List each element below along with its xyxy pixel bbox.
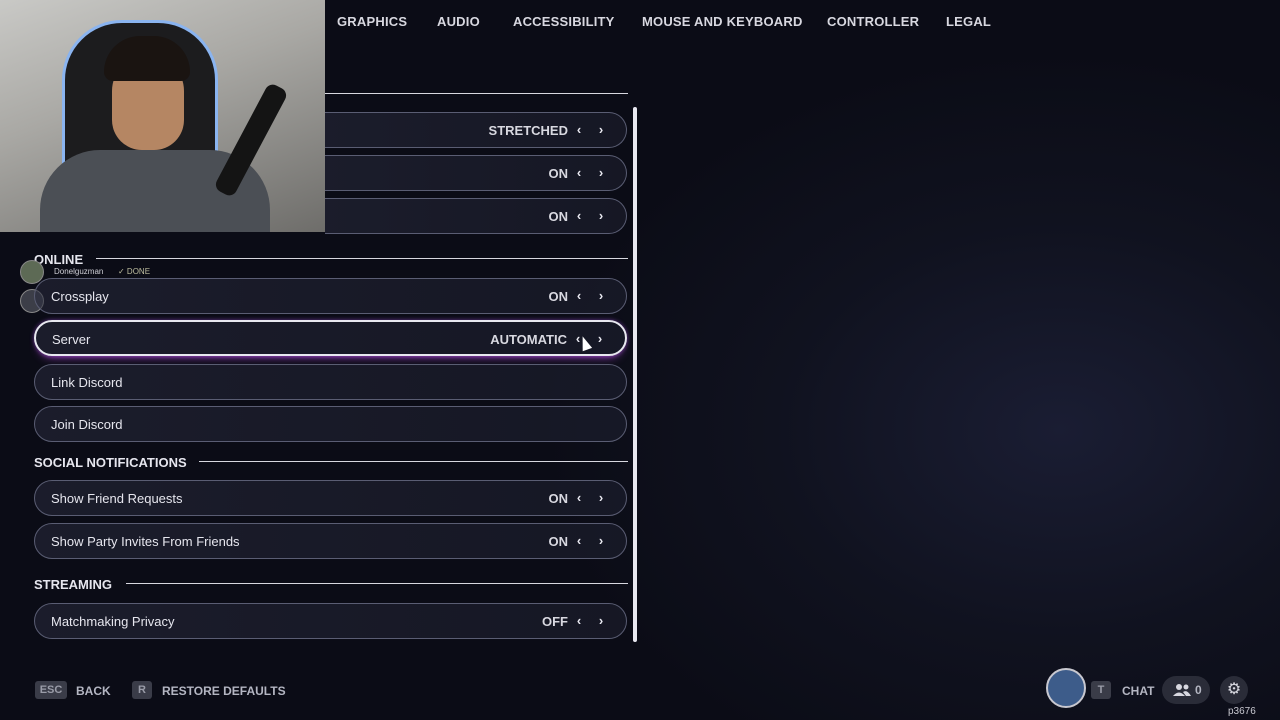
setting-row-show-friend-requests[interactable]: Show Friend Requests ON ‹ › bbox=[34, 480, 627, 516]
section-divider bbox=[126, 583, 628, 584]
setting-row-show-party-invites[interactable]: Show Party Invites From Friends ON ‹ › bbox=[34, 523, 627, 559]
setting-label: Server bbox=[52, 332, 91, 347]
tab-controller[interactable]: CONTROLLER bbox=[827, 14, 919, 29]
tab-mouse-and-keyboard[interactable]: MOUSE AND KEYBOARD bbox=[642, 14, 803, 29]
setting-label: Link Discord bbox=[51, 375, 123, 390]
setting-row-partial-1[interactable]: STRETCHED ‹ › bbox=[325, 112, 627, 148]
tab-audio[interactable]: AUDIO bbox=[437, 14, 480, 29]
setting-row-partial-3[interactable]: ON ‹ › bbox=[325, 198, 627, 234]
section-divider bbox=[96, 258, 628, 259]
watermark: p3676 bbox=[1228, 706, 1256, 717]
chevron-right-icon[interactable]: › bbox=[594, 288, 608, 304]
overlay-status: ✓ DONE bbox=[118, 267, 151, 276]
setting-value: OFF bbox=[542, 614, 568, 629]
setting-label: Matchmaking Privacy bbox=[51, 614, 175, 629]
friends-button[interactable]: 0 bbox=[1162, 676, 1210, 704]
section-divider bbox=[199, 461, 628, 462]
chevron-left-icon[interactable]: ‹ bbox=[572, 613, 586, 629]
section-title-streaming: STREAMING bbox=[34, 577, 112, 592]
setting-row-server[interactable]: Server AUTOMATIC ‹ › bbox=[34, 320, 627, 356]
setting-value: ON bbox=[548, 166, 569, 181]
setting-label: Show Friend Requests bbox=[51, 491, 183, 506]
gear-icon[interactable]: ⚙ bbox=[1220, 676, 1248, 704]
section-divider bbox=[325, 93, 628, 94]
setting-value: ON bbox=[548, 289, 569, 304]
setting-row-matchmaking-privacy[interactable]: Matchmaking Privacy OFF ‹ › bbox=[34, 603, 627, 639]
tab-legal[interactable]: LEGAL bbox=[946, 14, 991, 29]
setting-row-crossplay[interactable]: Crossplay ON ‹ › bbox=[34, 278, 627, 314]
overlay-avatar bbox=[20, 260, 44, 284]
chevron-right-icon[interactable]: › bbox=[594, 613, 608, 629]
overlay-username: Donelguzman bbox=[54, 267, 104, 276]
chevron-left-icon[interactable]: ‹ bbox=[572, 288, 586, 304]
chevron-left-icon[interactable]: ‹ bbox=[572, 208, 586, 224]
chevron-right-icon[interactable]: › bbox=[594, 490, 608, 506]
chevron-left-icon[interactable]: ‹ bbox=[572, 490, 586, 506]
setting-value: ON bbox=[548, 209, 569, 224]
section-title-social-notifications: SOCIAL NOTIFICATIONS bbox=[34, 455, 187, 470]
r-key-hint: R bbox=[132, 681, 152, 699]
friends-icon bbox=[1173, 684, 1191, 696]
setting-label: Crossplay bbox=[51, 289, 109, 304]
chevron-right-icon[interactable]: › bbox=[593, 331, 607, 347]
back-button[interactable]: BACK bbox=[76, 684, 111, 698]
scrollbar[interactable] bbox=[633, 107, 637, 642]
bottom-action-bar: ESC BACK R RESTORE DEFAULTS T CHAT bbox=[0, 676, 1280, 706]
tab-graphics[interactable]: GRAPHICS bbox=[337, 14, 407, 29]
tab-accessibility[interactable]: ACCESSIBILITY bbox=[513, 14, 615, 29]
chevron-left-icon[interactable]: ‹ bbox=[572, 533, 586, 549]
esc-key-hint: ESC bbox=[35, 681, 67, 699]
setting-value: ON bbox=[548, 534, 569, 549]
friends-count: 0 bbox=[1195, 683, 1202, 697]
player-avatar[interactable] bbox=[1046, 668, 1086, 708]
setting-value: AUTOMATIC bbox=[490, 332, 567, 347]
setting-row-partial-2[interactable]: ON ‹ › bbox=[325, 155, 627, 191]
setting-label: Join Discord bbox=[51, 417, 123, 432]
chevron-left-icon[interactable]: ‹ bbox=[572, 122, 586, 138]
chevron-right-icon[interactable]: › bbox=[594, 533, 608, 549]
chevron-right-icon[interactable]: › bbox=[594, 165, 608, 181]
webcam-overlay bbox=[0, 0, 325, 232]
setting-row-join-discord[interactable]: Join Discord bbox=[34, 406, 627, 442]
chat-button[interactable]: CHAT bbox=[1122, 684, 1154, 698]
chevron-right-icon[interactable]: › bbox=[594, 122, 608, 138]
t-key-hint: T bbox=[1091, 681, 1111, 699]
setting-value: ON bbox=[548, 491, 569, 506]
setting-value: STRETCHED bbox=[488, 123, 568, 138]
chevron-left-icon[interactable]: ‹ bbox=[572, 165, 586, 181]
restore-defaults-button[interactable]: RESTORE DEFAULTS bbox=[162, 684, 286, 698]
chevron-right-icon[interactable]: › bbox=[594, 208, 608, 224]
setting-label: Show Party Invites From Friends bbox=[51, 534, 240, 549]
setting-row-link-discord[interactable]: Link Discord bbox=[34, 364, 627, 400]
